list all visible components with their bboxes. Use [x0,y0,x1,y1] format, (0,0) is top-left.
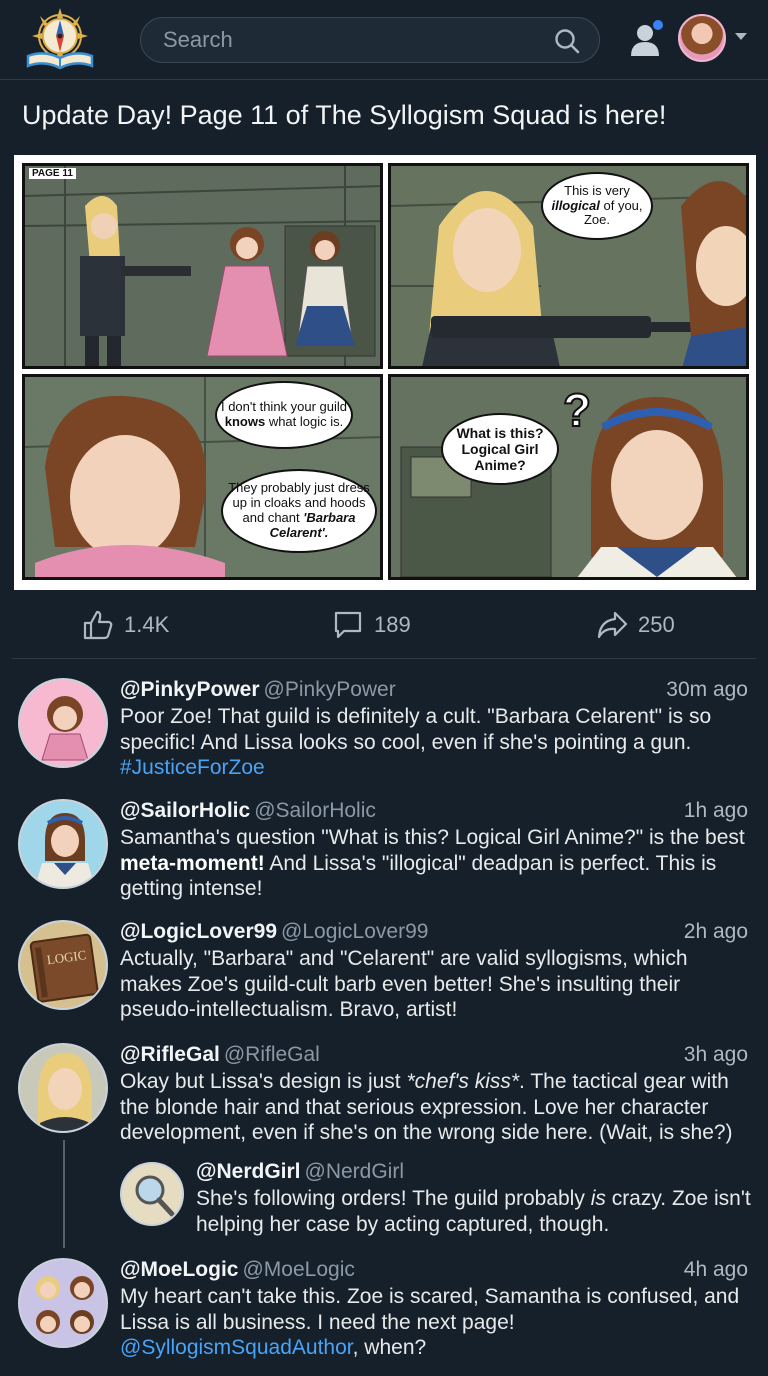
comment-text: She's following orders! The guild probab… [196,1187,751,1236]
comment-author-handle[interactable]: @PinkyPower [264,678,396,701]
speech-bubble-barbara-celarent: They probably just dress up in cloaks an… [221,469,377,553]
compass-book-logo-icon[interactable] [22,6,98,72]
comment-author-handle[interactable]: @RifleGal [224,1043,320,1066]
speech-bubble-logical-girl-anime: What is this? Logical Girl Anime? [441,413,559,485]
share-button[interactable]: 250 [596,610,675,640]
divider [12,658,756,659]
comment-text: My heart can't take this. Zoe is scared,… [120,1285,740,1359]
avatar[interactable] [18,799,108,889]
blonde-soldier-avatar-icon [38,1053,92,1131]
reply-item: @NerdGirl @NerdGirl She's following order… [0,1160,768,1240]
comment-author-handle[interactable]: @SailorHolic [254,799,376,822]
page-number-tag: PAGE 11 [29,168,76,179]
comment-author-name[interactable]: @NerdGirl [196,1160,301,1183]
comment-author-handle[interactable]: @MoeLogic [242,1258,354,1281]
like-count: 1.4K [124,612,170,637]
share-arrow-icon [597,611,628,639]
comic-panel-2: This is very illogical of you, Zoe. [388,163,749,369]
comment-timestamp: 4h ago [683,1258,748,1281]
comment-timestamp: 3h ago [683,1043,748,1066]
search-icon[interactable] [553,27,581,55]
sailor-girl-avatar-icon [35,813,95,887]
thumbs-up-icon [83,610,113,640]
question-mark: ? [562,383,592,437]
hashtag-link[interactable]: #JusticeForZoe [120,756,265,779]
search-input[interactable] [163,18,543,62]
comment-timestamp: 30m ago [666,678,748,701]
avatar[interactable] [18,1258,108,1348]
comment-timestamp: 1h ago [683,799,748,822]
avatar[interactable] [18,1043,108,1133]
panel-1-art [25,166,380,366]
comic-page-image[interactable]: PAGE 11 This is very illogical of you, Zo… [14,155,756,590]
comment-author-name[interactable]: @PinkyPower [120,678,260,701]
comic-panel-3: I don't think your guild knows what logi… [22,374,383,580]
speech-bubble-illogical: This is very illogical of you, Zoe. [541,172,653,240]
share-count: 250 [638,612,675,637]
comment-author-handle[interactable]: @NerdGirl [305,1160,405,1183]
post-title: Update Day! Page 11 of The Syllogism Squ… [22,100,667,130]
comic-panel-1: PAGE 11 [22,163,383,369]
comment-author-name[interactable]: @LogicLover99 [120,920,277,943]
comment-item: @PinkyPower @PinkyPower 30m ago Poor Zoe!… [0,678,768,788]
mention-link[interactable]: @SyllogismSquadAuthor [120,1336,353,1359]
like-button[interactable]: 1.4K [82,610,169,640]
chevron-down-icon[interactable] [734,32,748,42]
post-action-bar: 1.4K 189 250 [0,600,768,650]
avatar[interactable] [678,14,726,62]
speech-bubble-guild-logic: I don't think your guild knows what logi… [215,381,353,449]
magnifying-glass-avatar-icon [135,1175,175,1217]
top-bar [0,0,768,80]
comment-text: Samantha's question "What is this? Logic… [120,826,745,900]
comment-count: 189 [374,612,411,637]
comment-author-name[interactable]: @MoeLogic [120,1258,238,1281]
comment-item: @RifleGal @RifleGal 3h ago Okay but Lissa… [0,1043,768,1144]
notification-dot [653,20,663,30]
comment-text: Okay but Lissa's design is just *chef's … [120,1070,733,1144]
logic-book-avatar-icon: LOGIC [29,933,99,1003]
search-bar[interactable] [140,17,600,63]
avatar[interactable] [18,678,108,768]
account-menu[interactable] [678,14,754,66]
comment-item: @MoeLogic @MoeLogic 4h ago My heart can't… [0,1258,768,1368]
comic-panel-4: What is this? Logical Girl Anime? ? [388,374,749,580]
comment-text: Actually, "Barbara" and "Celarent" are v… [120,947,688,1021]
avatar[interactable] [120,1162,184,1226]
comment-author-name[interactable]: @SailorHolic [120,799,250,822]
speech-bubble-icon [334,611,362,639]
group-chibi-avatar-icon [36,1276,94,1334]
comment-item: @SailorHolic @SailorHolic 1h ago Samantha… [0,799,768,909]
avatar[interactable]: LOGIC [18,920,108,1010]
comment-author-handle[interactable]: @LogicLover99 [281,920,428,943]
comment-item: LOGIC @LogicLover99 @LogicLover99 2h ago … [0,920,768,1030]
comment-text: Poor Zoe! That guild is definitely a cul… [120,705,712,779]
comment-author-name[interactable]: @RifleGal [120,1043,220,1066]
comment-timestamp: 2h ago [683,920,748,943]
user-notification-icon[interactable] [628,18,666,60]
comment-button[interactable]: 189 [332,610,411,640]
pink-chibi-avatar-icon [41,696,89,761]
